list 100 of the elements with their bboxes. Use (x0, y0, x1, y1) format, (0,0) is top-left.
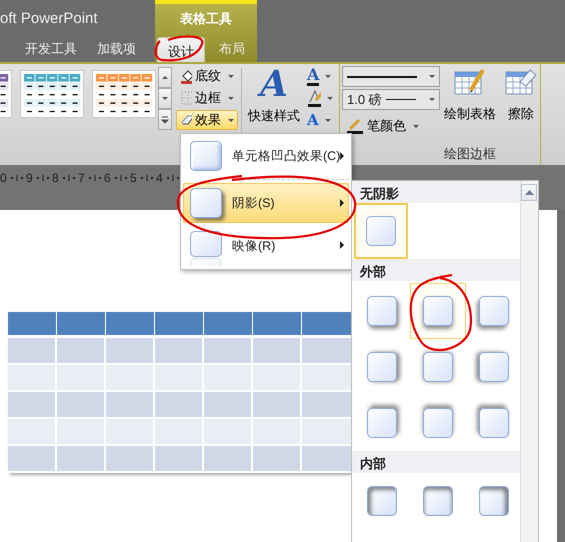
shadow-preview-icon (367, 408, 397, 438)
shadow-preview-icon (479, 296, 509, 326)
pen-outline-icon (307, 89, 321, 107)
table-cell (155, 365, 204, 392)
pen-icon (346, 118, 364, 134)
table-cell (204, 365, 253, 392)
shadow-preview-icon (479, 486, 509, 516)
shadow-option[interactable] (354, 203, 408, 259)
ribbon-tab[interactable]: 加载项 (97, 38, 136, 62)
down-arrow-icon (161, 94, 169, 102)
table-cell (106, 338, 155, 365)
table-cell (204, 446, 253, 473)
caret-icon (228, 74, 234, 78)
table-cell (8, 312, 57, 338)
table-cell (253, 365, 302, 392)
table-cell (106, 392, 155, 419)
table-cell (106, 312, 155, 338)
ruler-number: 9 (26, 171, 34, 185)
menu-item[interactable]: 映像(R) (183, 227, 349, 267)
table-cell (106, 365, 155, 392)
table-cell (253, 446, 302, 473)
gallery-scroll-button[interactable] (158, 67, 172, 88)
paint-bucket-icon (180, 68, 192, 84)
table-cell (155, 338, 204, 365)
caret-icon (324, 118, 331, 122)
bevel-icon (190, 141, 222, 171)
shadow-icon (190, 188, 222, 218)
caret-icon (413, 124, 419, 128)
text-format-button[interactable]: A (303, 110, 337, 130)
table-cell (57, 365, 106, 392)
caret-icon (325, 74, 332, 78)
table-cell (204, 312, 253, 338)
table-cell (253, 392, 302, 419)
ruler-number: 7 (78, 171, 86, 185)
submenu-arrow-icon (340, 241, 344, 249)
ruler-number: 8 (52, 171, 60, 185)
table-cell (8, 338, 57, 365)
caret-icon (228, 118, 234, 122)
draw-table-icon (453, 66, 487, 96)
line-style-icon (347, 74, 419, 78)
table-cell (8, 446, 57, 473)
contextual-tab-label: 表格工具 (179, 10, 233, 28)
table-cell (253, 312, 302, 338)
caret-icon (228, 96, 234, 100)
shadow-preview-icon (423, 352, 453, 382)
scroll-up-button[interactable] (521, 184, 537, 201)
submenu-arrow-icon (340, 199, 344, 207)
table-cell (155, 312, 204, 338)
table-cell (253, 338, 302, 365)
ruler-number: 4 (156, 171, 164, 185)
ruler-number: 5 (130, 171, 138, 185)
table-cell (57, 419, 106, 446)
ribbon-button[interactable]: 绘制表格 (442, 64, 498, 144)
up-arrow-icon (161, 74, 169, 82)
table-cell (106, 446, 155, 473)
gallery-section-header: 无阴影 (352, 181, 520, 203)
table-cell (204, 338, 253, 365)
effects-icon (180, 113, 192, 127)
border-icon (180, 90, 192, 106)
table-cell (204, 419, 253, 446)
table-cell (155, 392, 204, 419)
menu-item[interactable]: 单元格凹凸效果(C) (183, 136, 349, 176)
table-cell (57, 392, 106, 419)
caret-icon (429, 98, 435, 101)
table-cell (106, 419, 155, 446)
ribbon-button[interactable]: 擦除 (502, 64, 540, 144)
shadow-preview-icon (423, 408, 453, 438)
line-style-dropdown[interactable] (342, 66, 440, 87)
ruler-number: 0 (0, 171, 8, 185)
gallery-scroll-button[interactable] (158, 88, 172, 109)
caret-icon (327, 96, 333, 100)
gallery-section-header: 内部 (352, 451, 520, 473)
line-weight-icon (386, 98, 416, 101)
group-label: 绘图边框 (443, 145, 497, 163)
submenu-arrow-icon (340, 152, 344, 160)
shadow-preview-icon (367, 486, 397, 516)
ribbon-button[interactable]: 效果 (176, 110, 238, 130)
window-title: oft PowerPoint (0, 9, 99, 29)
ribbon-button[interactable]: 底纹 (176, 66, 238, 86)
menu-item[interactable]: 阴影(S) (183, 183, 349, 223)
shadow-preview-icon (423, 486, 453, 516)
table-cell (155, 446, 204, 473)
gallery-more-button[interactable] (158, 109, 172, 130)
gallery-section-header: 外部 (352, 259, 520, 281)
up-arrow-icon (524, 190, 534, 196)
table-cell (204, 392, 253, 419)
ribbon-tab[interactable]: 开发工具 (25, 38, 77, 62)
text-format-button[interactable]: A (303, 66, 337, 86)
table-cell (155, 419, 204, 446)
line-weight-dropdown[interactable]: 1.0 磅 (342, 89, 440, 110)
table-cell (8, 392, 57, 419)
reflection-icon (190, 231, 222, 266)
table-cell (8, 365, 57, 392)
slide-table[interactable] (8, 312, 351, 473)
table-cell (8, 419, 57, 446)
shadow-preview-icon (479, 352, 509, 382)
shadow-option[interactable] (410, 283, 466, 339)
shadow-preview-icon (479, 408, 509, 438)
shadow-preview-icon (366, 216, 396, 246)
ribbon-button[interactable]: 边框 (176, 88, 238, 108)
